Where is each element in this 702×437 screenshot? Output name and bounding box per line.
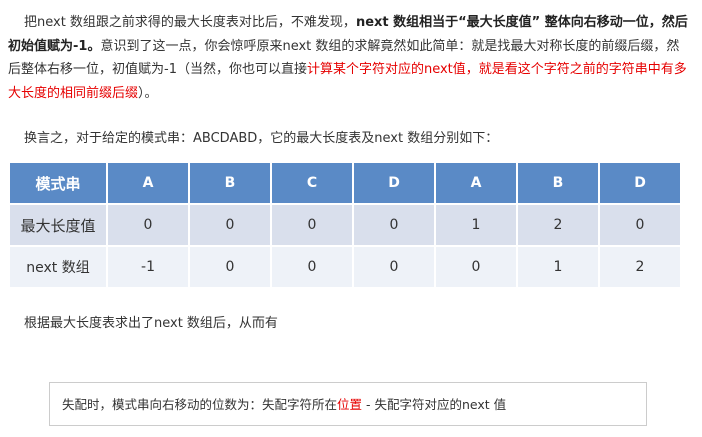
header-char-cell: D	[600, 163, 680, 203]
table-cell: 1	[518, 247, 598, 287]
header-label-cell: 模式串	[10, 163, 106, 203]
table-cell: 1	[436, 205, 516, 245]
intro-text-3: ）。	[138, 85, 158, 101]
table-cell: 2	[518, 205, 598, 245]
kmp-table: 模式串 A B C D A B D 最大长度值 0 0 0 0 1 2 0 ne…	[8, 161, 682, 289]
table-header-row: 模式串 A B C D A B D	[10, 163, 680, 203]
formula-text-1: 失配时，模式串向右移动的位数为：失配字符所在	[62, 397, 338, 412]
row-label-cell: next 数组	[10, 247, 106, 287]
table-cell: 0	[190, 247, 270, 287]
table-cell: 0	[354, 205, 434, 245]
header-char-cell: D	[354, 163, 434, 203]
formula-text-2: - 失配字符对应的next 值	[362, 397, 507, 412]
header-char-cell: C	[272, 163, 352, 203]
header-char-cell: B	[518, 163, 598, 203]
table-cell: 0	[354, 247, 434, 287]
row-label-cell: 最大长度值	[10, 205, 106, 245]
table-cell: 0	[272, 205, 352, 245]
table-cell: -1	[108, 247, 188, 287]
table-cell: 0	[108, 205, 188, 245]
table-cell: 0	[600, 205, 680, 245]
table-row: 最大长度值 0 0 0 0 1 2 0	[10, 205, 680, 245]
formula-position-highlight: 位置	[337, 397, 363, 412]
table-cell: 0	[190, 205, 270, 245]
header-char-cell: A	[436, 163, 516, 203]
table-cell: 0	[436, 247, 516, 287]
table-cell: 0	[272, 247, 352, 287]
next-array-paragraph: 根据最大长度表求出了next 数组后，从而有	[24, 316, 278, 331]
table-intro-paragraph: 换言之，对于给定的模式串：ABCDABD，它的最大长度表及next 数组分别如下…	[24, 131, 499, 146]
intro-text-1: 把next 数组跟之前求得的最大长度表对比后，不难发现，	[24, 15, 356, 30]
table-cell: 2	[600, 247, 680, 287]
header-char-cell: B	[190, 163, 270, 203]
header-char-cell: A	[108, 163, 188, 203]
formula-box: 失配时，模式串向右移动的位数为：失配字符所在位置 - 失配字符对应的next 值	[49, 382, 647, 426]
table-row: next 数组 -1 0 0 0 0 1 2	[10, 247, 680, 287]
intro-paragraph: 把next 数组跟之前求得的最大长度表对比后，不难发现，next 数组相当于“最…	[8, 11, 692, 105]
